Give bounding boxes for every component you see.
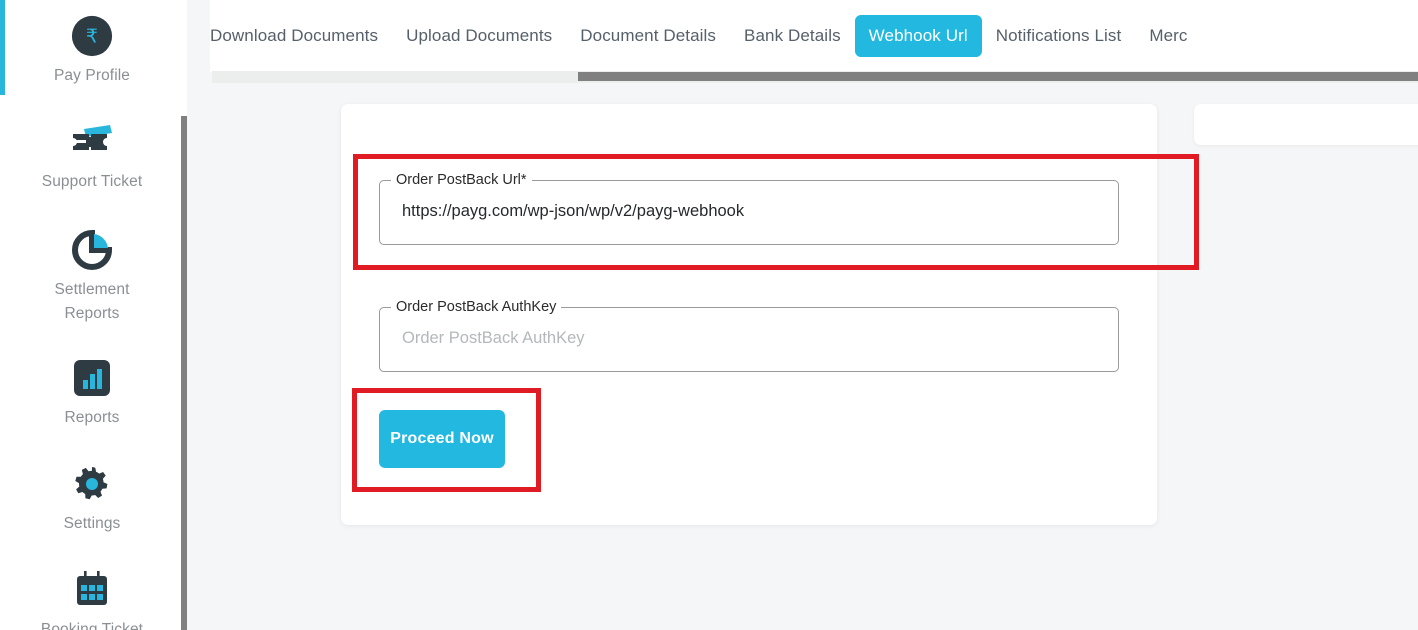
sidebar-item-booking-ticket[interactable]: Booking Ticket: [0, 550, 184, 630]
order-postback-url-field[interactable]: Order PostBack Url*: [379, 172, 1119, 245]
main-content: anagement Download Documents Upload Docu…: [187, 0, 1418, 630]
order-postback-authkey-field[interactable]: Order PostBack AuthKey: [379, 299, 1119, 372]
sidebar-item-support-ticket[interactable]: Support Ticket: [0, 102, 184, 208]
sidebar-item-label: Settlement Reports: [54, 281, 130, 323]
tab-bank-details[interactable]: Bank Details: [730, 15, 855, 57]
bar-chart-icon: [70, 356, 114, 400]
rupee-circle-icon: ₹: [70, 14, 114, 58]
sidebar-item-settlement-reports[interactable]: Settlement Reports: [0, 208, 184, 340]
sidebar-item-label: Reports: [64, 409, 120, 427]
order-postback-authkey-input[interactable]: [380, 308, 1116, 369]
side-panel-card: [1194, 104, 1418, 145]
webhook-form-card: Order PostBack Url* Order PostBack AuthK…: [341, 104, 1157, 525]
svg-text:₹: ₹: [86, 27, 98, 48]
tabbar-scrollbar-thumb[interactable]: [578, 72, 1418, 81]
sidebar-item-label: Support Ticket: [41, 173, 143, 191]
proceed-now-button[interactable]: Proceed Now: [379, 410, 505, 468]
pie-chart-icon: [70, 228, 114, 272]
tab-webhook-url[interactable]: Webhook Url: [854, 15, 982, 57]
sidebar-item-pay-profile[interactable]: ₹ Pay Profile: [0, 0, 184, 102]
sidebar-nav-list: ₹ Pay Profile Support Ticket Settlement …: [0, 0, 184, 630]
tab-bar: anagement Download Documents Upload Docu…: [210, 0, 1418, 72]
app-root: ₹ Pay Profile Support Ticket Settlement …: [0, 0, 1418, 630]
sidebar-item-reports[interactable]: Reports: [0, 340, 184, 444]
tab-list: anagement Download Documents Upload Docu…: [210, 0, 1202, 72]
tab-upload-documents[interactable]: Upload Documents: [392, 15, 566, 57]
sidebar-item-label: Booking Ticket: [40, 621, 144, 630]
sidebar-item-label: Pay Profile: [53, 67, 131, 84]
tab-merchant[interactable]: Merc: [1135, 15, 1201, 57]
calendar-icon: [70, 568, 114, 612]
tab-notifications-list[interactable]: Notifications List: [982, 15, 1136, 57]
gear-icon: [70, 462, 114, 506]
order-postback-url-input[interactable]: [380, 181, 1116, 242]
tab-download-documents[interactable]: Download Documents: [210, 15, 392, 57]
tab-document-details[interactable]: Document Details: [566, 15, 730, 57]
ticket-icon: [70, 120, 114, 164]
sidebar-item-settings[interactable]: Settings: [0, 444, 184, 550]
sidebar-item-label: Settings: [63, 515, 121, 533]
sidebar: ₹ Pay Profile Support Ticket Settlement …: [0, 0, 184, 630]
